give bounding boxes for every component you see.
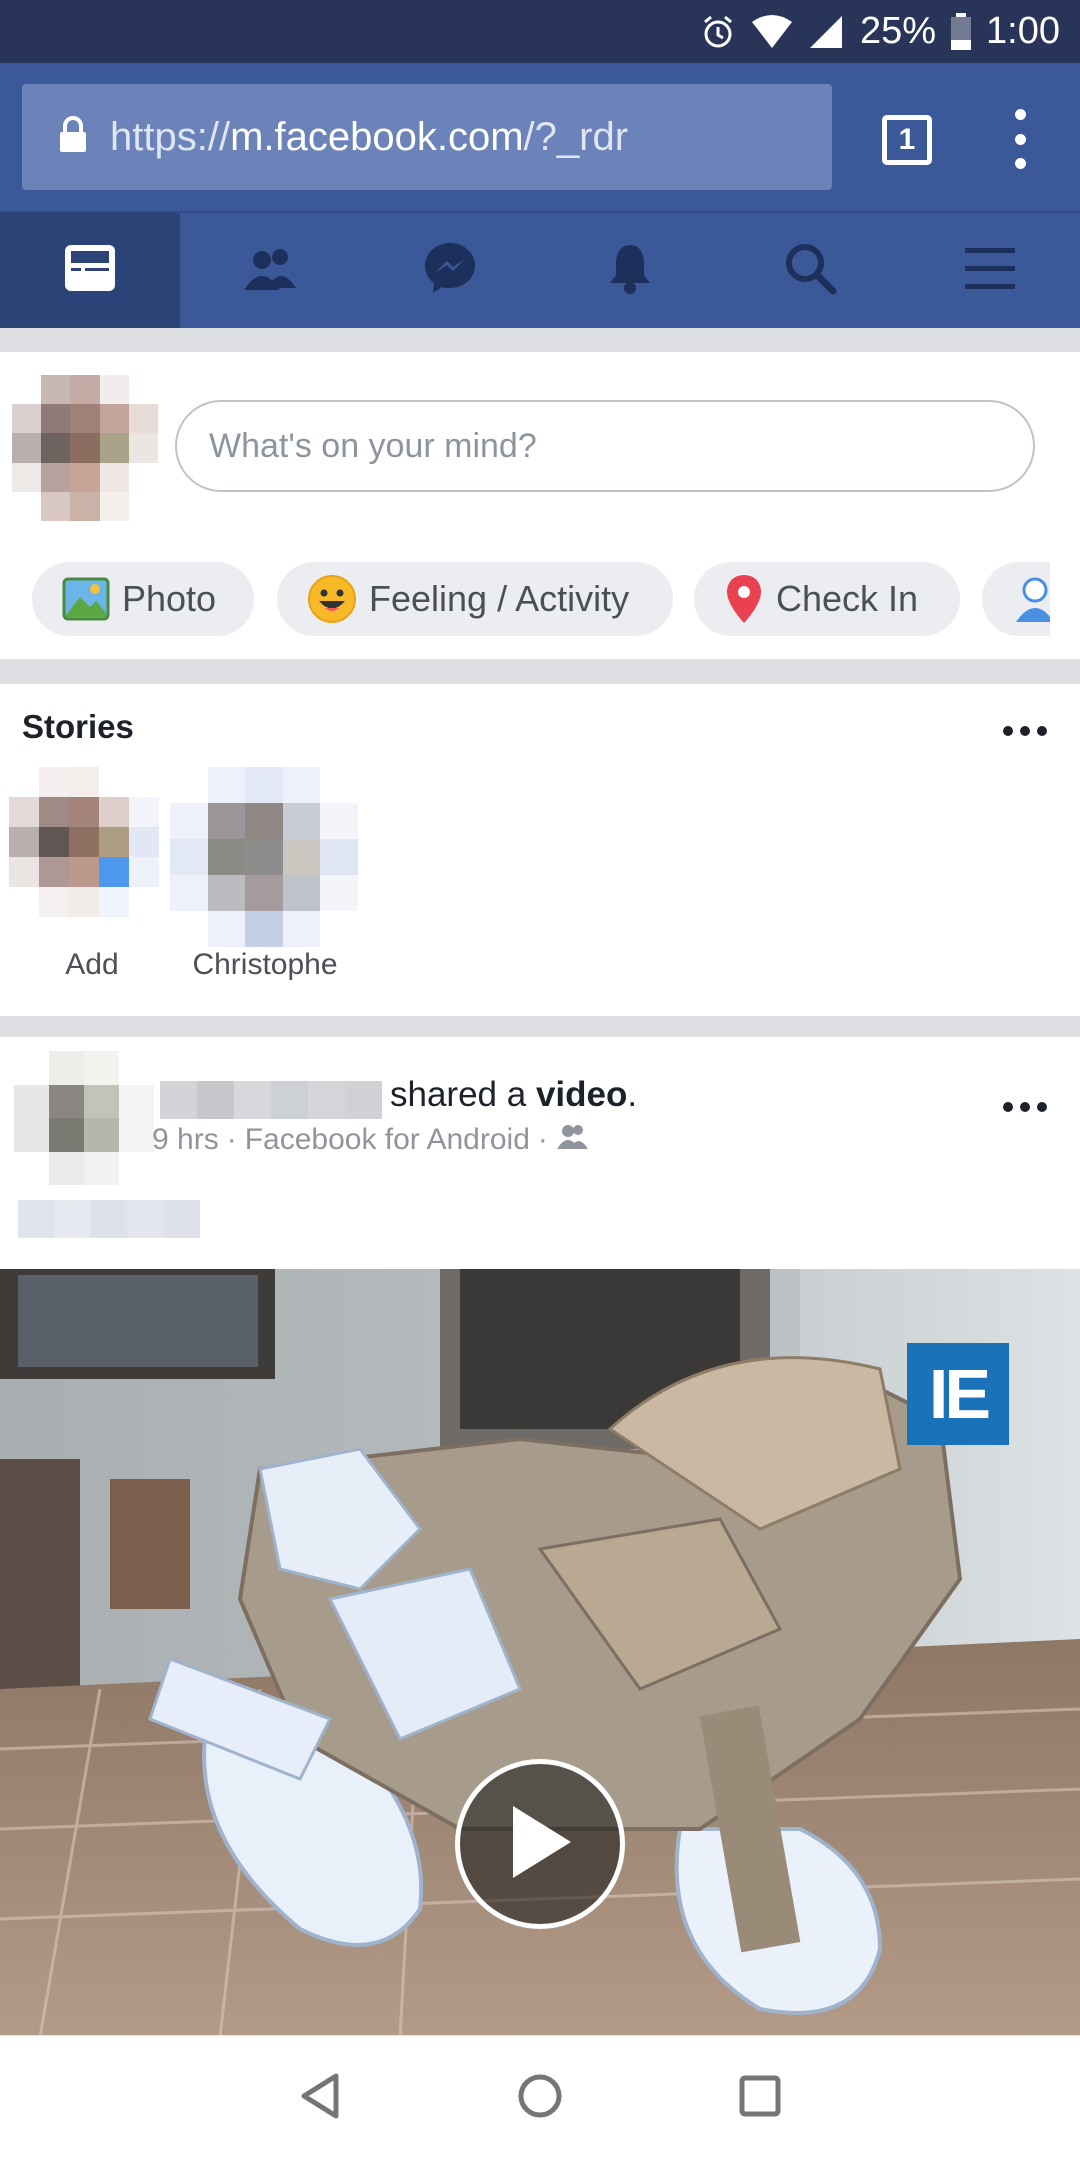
photo-button[interactable]: Photo (32, 562, 254, 636)
check-in-button[interactable]: Check In (694, 562, 960, 636)
tag-friends-icon (1012, 574, 1050, 624)
messenger-icon (422, 240, 478, 301)
photo-label: Photo (122, 578, 217, 619)
play-button[interactable] (455, 1759, 625, 1929)
stories-more-icon[interactable] (1003, 726, 1047, 736)
story-add-label: Add (65, 948, 119, 981)
browser-menu-icon[interactable] (1000, 109, 1040, 169)
tab-switcher-button[interactable]: 1 (882, 115, 932, 165)
post-time[interactable]: 9 hrs (152, 1123, 219, 1157)
url-bar[interactable]: https://m.facebook.com/?_rdr (22, 84, 832, 190)
friends-audience-icon (556, 1123, 590, 1157)
feeling-activity-button[interactable]: Feeling / Activity (277, 562, 673, 636)
meta-separator-2: · (537, 1123, 548, 1156)
story-add[interactable] (9, 767, 159, 917)
tab-search[interactable] (720, 213, 900, 328)
feeling-activity-label: Feeling / Activity (369, 578, 630, 619)
recents-button[interactable] (650, 2074, 870, 2123)
battery-icon (950, 12, 972, 51)
tab-menu[interactable] (900, 213, 1080, 328)
post-meta: 9 hrs · Facebook for Android · (152, 1123, 590, 1157)
screen: 25% 1:00 https://m.facebook.com/?_rdr 1 (0, 0, 1080, 2160)
url-text: https://m.facebook.com/?_rdr (110, 114, 629, 159)
smiley-icon (307, 574, 357, 624)
alarm-icon (700, 14, 736, 50)
story-christophe[interactable] (170, 767, 358, 947)
status-bar: 25% 1:00 (0, 0, 1080, 63)
post-author-avatar[interactable] (14, 1051, 154, 1185)
tab-news-feed[interactable] (0, 213, 180, 328)
feed-post: shared a video. 9 hrs · Facebook for And… (0, 1037, 1080, 2037)
tab-messenger[interactable] (360, 213, 540, 328)
back-triangle-icon (298, 2072, 342, 2125)
recents-square-icon (738, 2074, 782, 2123)
browser-toolbar: https://m.facebook.com/?_rdr 1 (0, 63, 1080, 211)
android-navigation-bar (0, 2035, 1080, 2160)
home-button[interactable] (430, 2072, 650, 2125)
status-composer: What's on your mind? Photo Feeling / Act… (0, 352, 1080, 659)
post-more-options-icon[interactable] (1003, 1102, 1047, 1112)
ie-logo: IE (907, 1343, 1009, 1445)
back-button[interactable] (210, 2072, 430, 2125)
photo-icon (62, 577, 110, 621)
bell-icon (606, 241, 654, 300)
tag-friends-button[interactable] (982, 562, 1050, 636)
post-text-redacted (18, 1200, 200, 1238)
clock: 1:00 (986, 10, 1060, 52)
search-icon (783, 241, 837, 300)
post-source: Facebook for Android (244, 1123, 530, 1156)
check-in-label: Check In (776, 578, 919, 619)
location-pin-icon (724, 573, 764, 625)
home-circle-icon (516, 2072, 564, 2125)
wifi-icon (750, 14, 794, 50)
battery-percent: 25% (859, 10, 937, 52)
post-object-link[interactable]: video (536, 1075, 627, 1114)
stories-section: Stories Add Christophe (0, 684, 1080, 1016)
whats-on-your-mind-input[interactable]: What's on your mind? (175, 400, 1035, 492)
stories-title: Stories (22, 708, 134, 745)
meta-separator: · (226, 1123, 237, 1156)
tab-friends[interactable] (180, 213, 360, 328)
post-author-name-redacted[interactable] (160, 1081, 382, 1119)
play-icon (505, 1802, 575, 1887)
composer-actions: Photo Feeling / Activity Check In (32, 562, 1050, 636)
video-player[interactable]: IE (0, 1269, 1080, 2037)
friends-icon (242, 246, 298, 295)
tab-notifications[interactable] (540, 213, 720, 328)
story-christophe-label: Christophe (192, 948, 338, 981)
news-feed-icon (63, 243, 117, 298)
lock-icon (58, 115, 88, 159)
post-action-text: shared a video. (390, 1075, 638, 1114)
facebook-nav-bar (0, 211, 1080, 328)
hamburger-menu-icon (963, 246, 1017, 295)
signal-icon (808, 14, 846, 50)
my-avatar[interactable] (12, 375, 158, 521)
